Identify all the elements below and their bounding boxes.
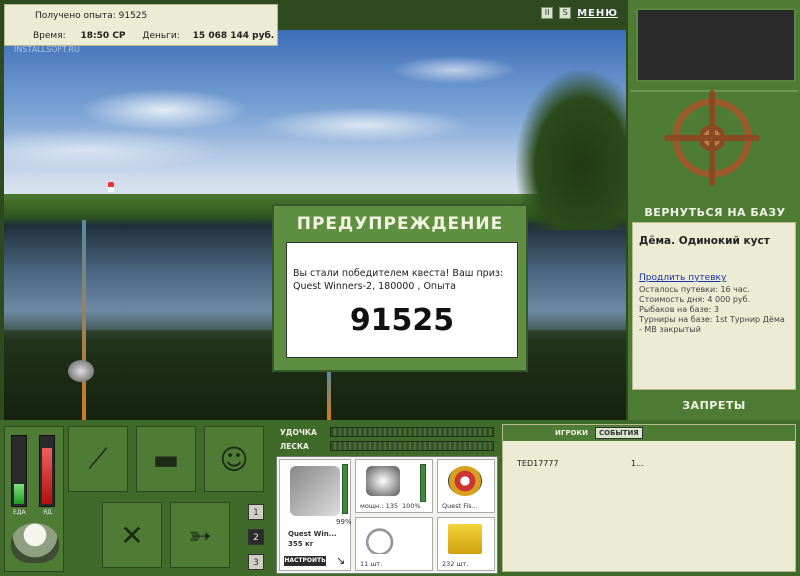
warning-dialog[interactable]: ПРЕДУПРЕЖДЕНИЕ Вы стали победителем квес… — [272, 204, 528, 372]
permit-remaining: Осталось путевки: 16 час. — [639, 285, 750, 294]
bottom-bar: ЕДА ЯД ⟋ ▬ ☺ ✕ ➳ 1 2 3 УДОЧКА ЛЕСКА 99% … — [0, 420, 800, 576]
setup-button[interactable]: НАСТРОИТЬ — [284, 556, 326, 566]
rod-image-icon — [290, 466, 340, 516]
fisherman-button[interactable]: ☺ — [204, 426, 264, 492]
bait-card[interactable]: 232 шт. — [437, 517, 495, 571]
hook-count: 11 шт. — [360, 560, 383, 568]
line-card[interactable]: Quest Fis... — [437, 459, 495, 513]
events-panel: ИГРОКИ СОБЫТИЯ TED17777 1... — [502, 424, 796, 572]
top-controls: II S МЕНЮ — [541, 7, 618, 19]
dialog-body: Вы стали победителем квеста! Ваш приз: Q… — [286, 242, 518, 358]
fish-icon: ➳ — [188, 518, 212, 552]
line-tension-bar — [330, 441, 494, 451]
bans-button[interactable]: ЗАПРЕТЫ — [628, 399, 800, 412]
line-tension-label: ЛЕСКА — [280, 442, 309, 451]
hook-icon — [366, 524, 400, 554]
tab-events[interactable]: СОБЫТИЯ — [595, 427, 643, 439]
food-fill — [14, 484, 24, 504]
fish-cage-button[interactable]: ➳ — [170, 502, 230, 568]
tackle-box-button[interactable]: ▬ — [136, 426, 196, 492]
rod-durability-pct: 99% — [336, 518, 352, 526]
location-info: Дёма. Одинокий куст Продлить путевку Ост… — [632, 222, 796, 390]
dialog-title: ПРЕДУПРЕЖДЕНИЕ — [296, 214, 504, 234]
time-label: Время: — [33, 31, 66, 41]
dialog-xp-value: 91525 — [349, 303, 455, 338]
food-meter — [11, 435, 27, 507]
tackle-box-icon: ▬ — [152, 442, 180, 476]
ship-wheel-icon[interactable] — [664, 90, 760, 186]
reel-card[interactable]: мощн.: 135 100% — [355, 459, 433, 513]
rod-durability-bar — [342, 464, 348, 514]
rod-slot-2[interactable]: 2 — [248, 529, 264, 545]
return-base-button[interactable]: ВЕРНУТЬСЯ НА БАЗУ — [630, 206, 800, 219]
fishing-rod-1[interactable] — [82, 220, 86, 420]
time-value: 18:50 СР — [80, 31, 126, 41]
tackle-cards: 99% Quest Win... 355 кг НАСТРОИТЬ ↘ мощн… — [276, 456, 498, 574]
bait-count: 232 шт. — [442, 560, 469, 568]
knife-fork-icon: ✕ — [120, 518, 144, 552]
day-cost: Стоимость дня: 4 000 руб. — [639, 295, 751, 304]
menu-button[interactable]: МЕНЮ — [577, 8, 618, 19]
rod-slot-3[interactable]: 3 — [248, 554, 264, 570]
tab-players[interactable]: ИГРОКИ — [555, 429, 588, 437]
extend-permit-link[interactable]: Продлить путевку — [639, 273, 789, 283]
player-info-panel: Получено опыта: 91525 Время: 18:50 СР Де… — [4, 4, 278, 46]
reel-power: мощн.: 135 — [360, 502, 398, 510]
trees — [516, 70, 626, 230]
rod-tension-label: УДОЧКА — [280, 428, 317, 437]
sound-button[interactable]: S — [559, 7, 572, 19]
rod-weight: 355 кг — [288, 540, 314, 548]
food-button[interactable]: ✕ — [102, 502, 162, 568]
reel-durability-bar — [420, 464, 426, 502]
tackle-panel: УДОЧКА ЛЕСКА 99% Quest Win... 355 кг НАС… — [276, 424, 498, 574]
poison-fill — [42, 448, 52, 504]
food-label: ЕДА — [13, 509, 26, 516]
poison-label: ЯД — [43, 509, 52, 516]
xp-value: 91525 — [118, 11, 148, 21]
location-title: Дёма. Одинокий куст — [639, 235, 770, 247]
money-value: 15 068 144 руб. — [192, 31, 275, 41]
events-tabs: ИГРОКИ СОБЫТИЯ — [503, 425, 795, 441]
xp-label: Получено опыта: — [35, 11, 116, 21]
rod-name: Quest Win... — [288, 530, 337, 538]
rod-tension-row: УДОЧКА — [276, 426, 498, 438]
tournaments: Турниры на базе: 1st Турнир Дёма - МВ за… — [639, 315, 785, 334]
right-panel: ВЕРНУТЬСЯ НА БАЗУ Дёма. Одинокий куст Пр… — [628, 0, 800, 420]
food-pot-icon[interactable] — [11, 523, 59, 563]
event-player-name[interactable]: TED17777 — [517, 459, 559, 468]
fishing-rod-2[interactable] — [327, 370, 331, 420]
hook-card[interactable]: 11 шт. — [355, 517, 433, 571]
float-bobber — [108, 182, 114, 192]
line-spool-icon — [448, 466, 482, 496]
rod-icon: ⟋ — [88, 442, 108, 475]
pause-button[interactable]: II — [541, 7, 554, 19]
bait-icon — [448, 524, 482, 554]
action-buttons: ⟋ ▬ ☺ ✕ ➳ 1 2 3 — [68, 426, 272, 572]
status-meters: ЕДА ЯД — [4, 426, 64, 572]
rods-button[interactable]: ⟋ — [68, 426, 128, 492]
resize-arrow-icon[interactable]: ↘ — [336, 554, 345, 567]
rod-tension-bar — [330, 427, 494, 437]
fishers-count: Рыбаков на базе: 3 — [639, 305, 719, 314]
line-tension-row: ЛЕСКА — [276, 440, 498, 452]
poison-meter — [39, 435, 55, 507]
dialog-message: Вы стали победителем квеста! Ваш приз: Q… — [293, 268, 504, 292]
event-value: 1... — [631, 459, 644, 468]
rod-slot-1[interactable]: 1 — [248, 504, 264, 520]
money-label: Деньги: — [142, 31, 180, 41]
rod-card[interactable]: 99% Quest Win... 355 кг НАСТРОИТЬ ↘ — [279, 459, 352, 571]
reel-durability-pct: 100% — [402, 502, 421, 510]
fisherman-icon: ☺ — [219, 442, 249, 476]
reel-icon — [366, 466, 400, 496]
watermark: INSTALLSOFT.RU — [14, 45, 80, 54]
rod-reel — [68, 360, 94, 382]
line-name: Quest Fis... — [442, 502, 478, 510]
minimap-screen — [636, 8, 796, 82]
return-base-panel[interactable]: ВЕРНУТЬСЯ НА БАЗУ — [630, 90, 798, 220]
